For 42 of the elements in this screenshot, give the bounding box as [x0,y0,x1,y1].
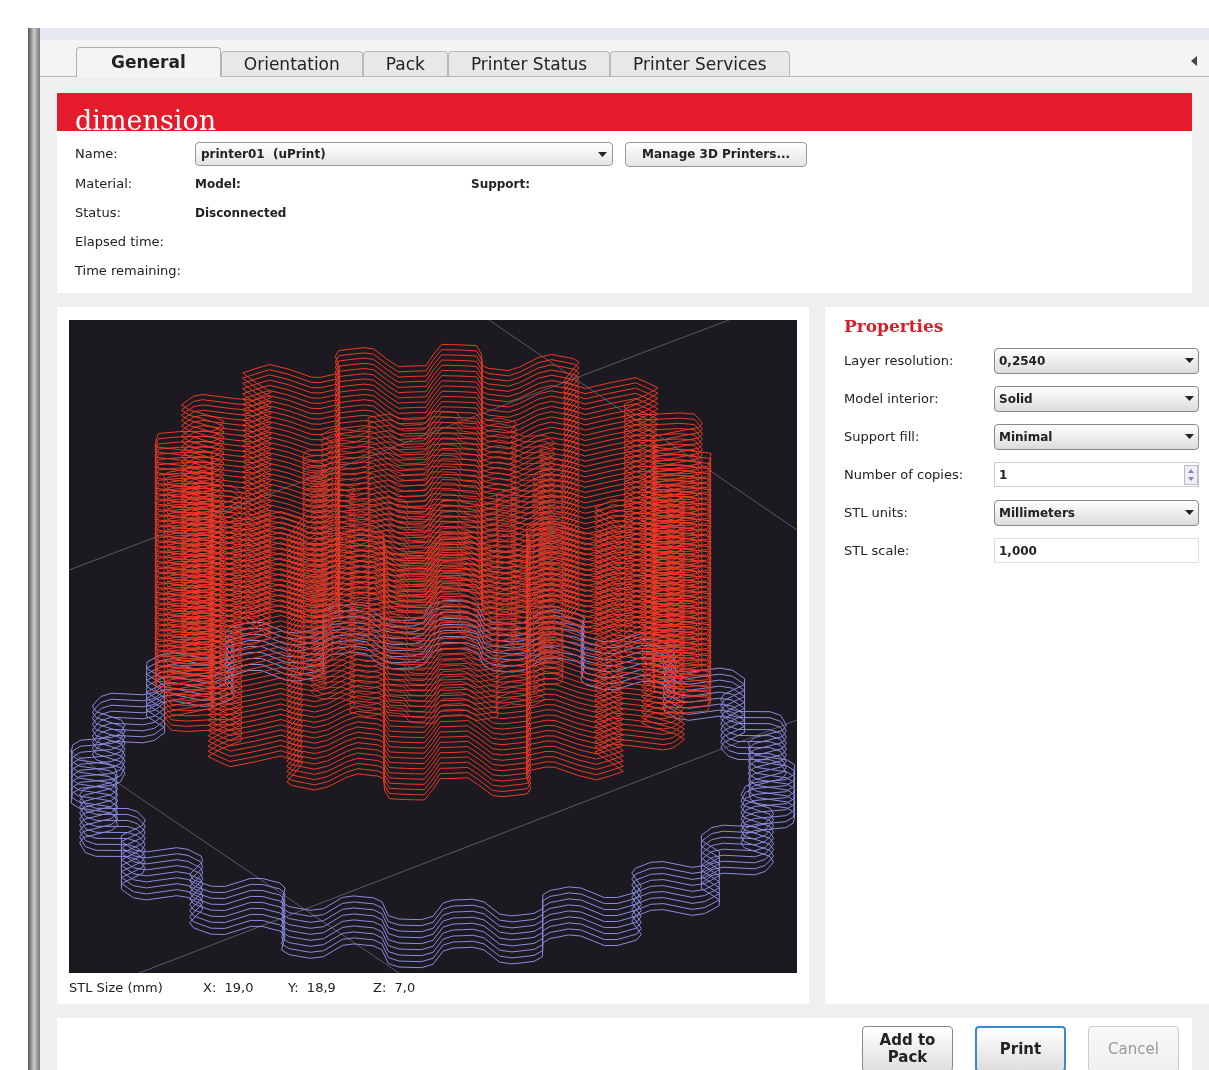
scale-input-field[interactable]: 1,000 [994,538,1199,563]
action-button[interactable]: Print [975,1026,1066,1070]
property-label: Layer resolution: [844,351,955,370]
property-label: Model interior: [844,389,940,408]
property-label: Number of copies: [844,465,965,484]
tab[interactable]: Pack [362,51,448,76]
field-label: Elapsed time: [75,232,165,251]
collapse-arrow-icon[interactable] [1191,56,1197,66]
tab[interactable]: Printer Services [610,51,790,76]
brand-logo: dimension [75,107,217,134]
property-dropdown[interactable]: 0,2540 [994,347,1199,374]
field-label: Status: [75,203,122,222]
printer-dropdown[interactable]: printer01 (uPrint) [195,142,613,166]
tab[interactable]: General [76,47,221,77]
size-x-value: X: 19,0 [203,979,255,998]
properties-title: Properties [844,315,945,339]
dropdown-caret-icon [1185,434,1194,439]
dropdown-caret-icon [1185,510,1194,515]
action-button[interactable]: Add to Pack [862,1026,953,1070]
stl-size-label: STL Size (mm) [69,979,164,998]
property-label: STL scale: [844,541,911,560]
copies-spinner[interactable]: 1 [994,462,1199,487]
material-model-label: Model: [195,175,242,193]
property-label: STL units: [844,503,909,522]
property-dropdown[interactable]: Minimal [994,423,1199,450]
material-support-label: Support: [471,175,531,193]
dropdown-caret-icon [1185,358,1194,363]
status-value: Disconnected [195,204,288,222]
dropdown-caret-icon [598,151,607,157]
spinner-arrows-icon[interactable] [1184,464,1198,485]
field-label: Name: [75,145,119,164]
tab[interactable]: Printer Status [447,51,611,76]
dropdown-caret-icon [1185,396,1194,401]
manage-printers-button[interactable]: Manage 3D Printers... [625,141,808,167]
tab[interactable]: Orientation [220,51,363,76]
field-label: Time remaining: [75,261,182,280]
property-dropdown[interactable]: Solid [994,385,1199,412]
property-label: Support fill: [844,427,921,446]
field-label: Material: [75,174,134,193]
size-z-value: Z: 7,0 [373,979,416,998]
property-dropdown[interactable]: Millimeters [994,499,1199,526]
size-y-value: Y: 18,9 [288,979,337,998]
